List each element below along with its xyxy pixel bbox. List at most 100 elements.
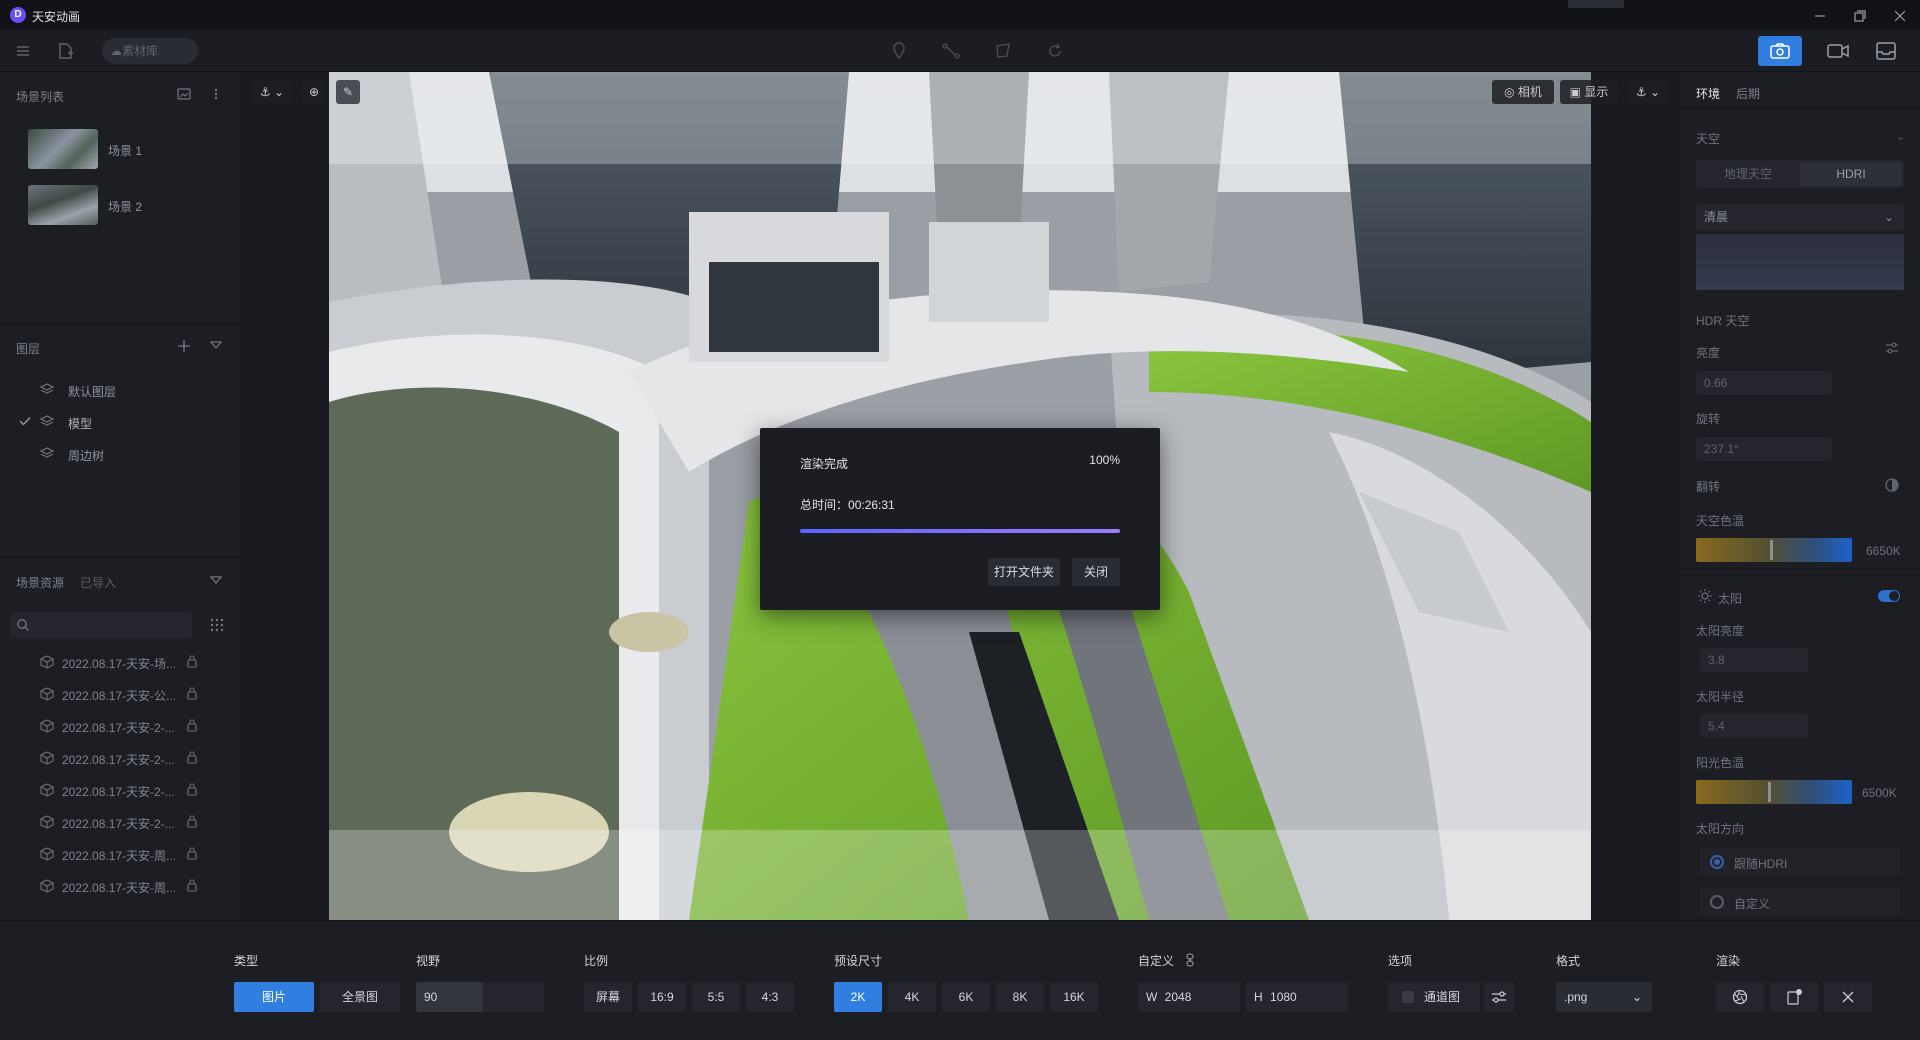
close-window-button[interactable]: [1882, 4, 1918, 28]
resource-item[interactable]: 2022.08.17-天安-2-...: [40, 776, 230, 804]
flip-toggle[interactable]: [1884, 477, 1900, 493]
navigation-icon: ⚓: [1635, 85, 1647, 99]
channel-map-option[interactable]: 通道图: [1388, 982, 1480, 1012]
link-dimensions-button[interactable]: [1184, 953, 1196, 967]
resource-search-input[interactable]: [10, 612, 192, 638]
resource-item[interactable]: 2022.08.17-天安-周...: [40, 872, 230, 900]
grid-icon: [210, 618, 224, 632]
layers-filter-button[interactable]: [210, 340, 222, 352]
place-marker-button[interactable]: [888, 40, 910, 62]
ratio-5-5-button[interactable]: 5:5: [692, 982, 740, 1012]
chevron-down-icon[interactable]: ⌄: [1896, 130, 1905, 143]
preset-6k-button[interactable]: 6K: [942, 982, 990, 1012]
sunlight-temp-slider[interactable]: [1696, 780, 1852, 804]
preset-4k-button[interactable]: 4K: [888, 982, 936, 1012]
rotate-tool-button[interactable]: [1044, 40, 1066, 62]
resources-tab-imported[interactable]: 已导入: [80, 574, 116, 591]
resource-item[interactable]: 2022.08.17-天安-2-...: [40, 808, 230, 836]
resource-item[interactable]: 2022.08.17-天安-2-...: [40, 712, 230, 740]
sky-mode-hdri[interactable]: HDRI: [1800, 162, 1902, 186]
format-select[interactable]: .png ⌄: [1556, 982, 1652, 1012]
custom-direction-option[interactable]: 自定义: [1700, 888, 1900, 916]
preset-2k-button[interactable]: 2K: [834, 982, 882, 1012]
slider-thumb[interactable]: [1768, 782, 1771, 802]
assets-library-button[interactable]: ☁ 素材库: [102, 38, 198, 64]
tab-environment[interactable]: 环境: [1696, 85, 1720, 102]
tab-post-processing[interactable]: 后期: [1736, 85, 1760, 102]
sun-brightness-input[interactable]: 3.8: [1700, 648, 1808, 672]
resource-item[interactable]: 2022.08.17-天安-公...: [40, 680, 230, 708]
lock-icon[interactable]: [186, 782, 198, 796]
display-settings-button[interactable]: ▣ 显示: [1560, 80, 1618, 104]
view-mode-dropdown[interactable]: ⚓ ⌄: [1628, 80, 1668, 104]
scene-item-1[interactable]: 场景 1: [28, 129, 238, 175]
ratio-screen-button[interactable]: 屏幕: [584, 982, 632, 1012]
cancel-render-button[interactable]: [1824, 982, 1872, 1012]
resource-item[interactable]: 2022.08.17-天安-周...: [40, 840, 230, 868]
lock-icon[interactable]: [186, 654, 198, 668]
width-input[interactable]: W 2048: [1138, 982, 1240, 1012]
preset-8k-button[interactable]: 8K: [996, 982, 1044, 1012]
type-image-button[interactable]: 图片: [234, 982, 314, 1012]
camera-settings-button[interactable]: ◎ 相机: [1492, 80, 1554, 104]
lock-icon[interactable]: [186, 846, 198, 860]
sky-preset-select[interactable]: 清晨 ⌄: [1696, 204, 1904, 230]
camera-mode-button[interactable]: [1758, 36, 1802, 66]
video-mode-button[interactable]: [1816, 36, 1860, 66]
resource-item[interactable]: 2022.08.17-天安-场...: [40, 648, 230, 676]
lock-icon[interactable]: [186, 686, 198, 700]
preset-size-title: 预设尺寸: [834, 954, 883, 968]
resource-item[interactable]: 2022.08.17-天安-2-...: [40, 744, 230, 772]
brush-tool-button[interactable]: ✎: [336, 80, 360, 104]
close-dialog-button[interactable]: 关闭: [1072, 558, 1120, 586]
fov-slider-input[interactable]: 90: [416, 982, 544, 1012]
add-layer-button[interactable]: [176, 338, 192, 354]
sky-mode-geo[interactable]: 地理天空: [1696, 160, 1800, 188]
globe-button[interactable]: ⊕: [302, 80, 326, 104]
ratio-16-9-button[interactable]: 16:9: [638, 982, 686, 1012]
lock-icon[interactable]: [186, 718, 198, 732]
channel-settings-button[interactable]: [1484, 982, 1514, 1012]
render-start-button[interactable]: [1716, 982, 1764, 1012]
layer-row-model[interactable]: 模型: [18, 409, 228, 435]
lock-icon[interactable]: [186, 814, 198, 828]
sun-radius-input[interactable]: 5.4: [1700, 714, 1808, 738]
minimize-button[interactable]: [1802, 4, 1838, 28]
sky-color-temp-slider[interactable]: [1696, 538, 1852, 562]
type-panorama-button[interactable]: 全景图: [320, 982, 400, 1012]
preset-16k-button[interactable]: 16K: [1050, 982, 1098, 1012]
area-tool-button[interactable]: [992, 40, 1014, 62]
height-input[interactable]: H 1080: [1246, 982, 1348, 1012]
open-folder-button[interactable]: 打开文件夹: [988, 558, 1060, 586]
slider-thumb[interactable]: [1770, 540, 1773, 560]
sun-toggle-switch[interactable]: [1878, 590, 1900, 602]
path-tool-button[interactable]: [940, 40, 962, 62]
sky-preset-value: 清晨: [1704, 210, 1729, 224]
brightness-input[interactable]: 0.66: [1696, 371, 1832, 395]
follow-hdri-option[interactable]: 跟随HDRI: [1700, 848, 1900, 876]
resources-filter-button[interactable]: [210, 575, 222, 587]
title-drag-tab[interactable]: [1568, 0, 1624, 8]
ratio-4-3-button[interactable]: 4:3: [746, 982, 794, 1012]
channel-map-checkbox[interactable]: [1402, 991, 1414, 1003]
sliders-icon: [1492, 991, 1506, 1003]
lock-icon[interactable]: [186, 750, 198, 764]
new-file-button[interactable]: [54, 40, 76, 62]
fov-title: 视野: [416, 954, 441, 968]
render-queue-button[interactable]: [1770, 982, 1818, 1012]
scene-item-2[interactable]: 场景 2: [28, 185, 238, 231]
restore-button[interactable]: [1842, 4, 1878, 28]
sky-adjust-button[interactable]: [1884, 340, 1900, 356]
resource-label: 2022.08.17-天安-2-...: [62, 721, 175, 735]
type-title: 类型: [234, 954, 259, 968]
grid-view-button[interactable]: [208, 616, 226, 634]
layer-row-default[interactable]: 默认图层: [18, 377, 228, 403]
lock-icon[interactable]: [186, 878, 198, 892]
navigation-mode-dropdown[interactable]: ⚓ ⌄: [252, 80, 292, 104]
scene-more-button[interactable]: [210, 86, 222, 102]
output-mode-button[interactable]: [1864, 36, 1908, 66]
layer-row-trees[interactable]: 周边树: [18, 441, 228, 467]
menu-button[interactable]: [12, 40, 34, 62]
rotation-input[interactable]: 237.1°: [1696, 437, 1832, 461]
scene-preview-button[interactable]: [176, 86, 192, 102]
